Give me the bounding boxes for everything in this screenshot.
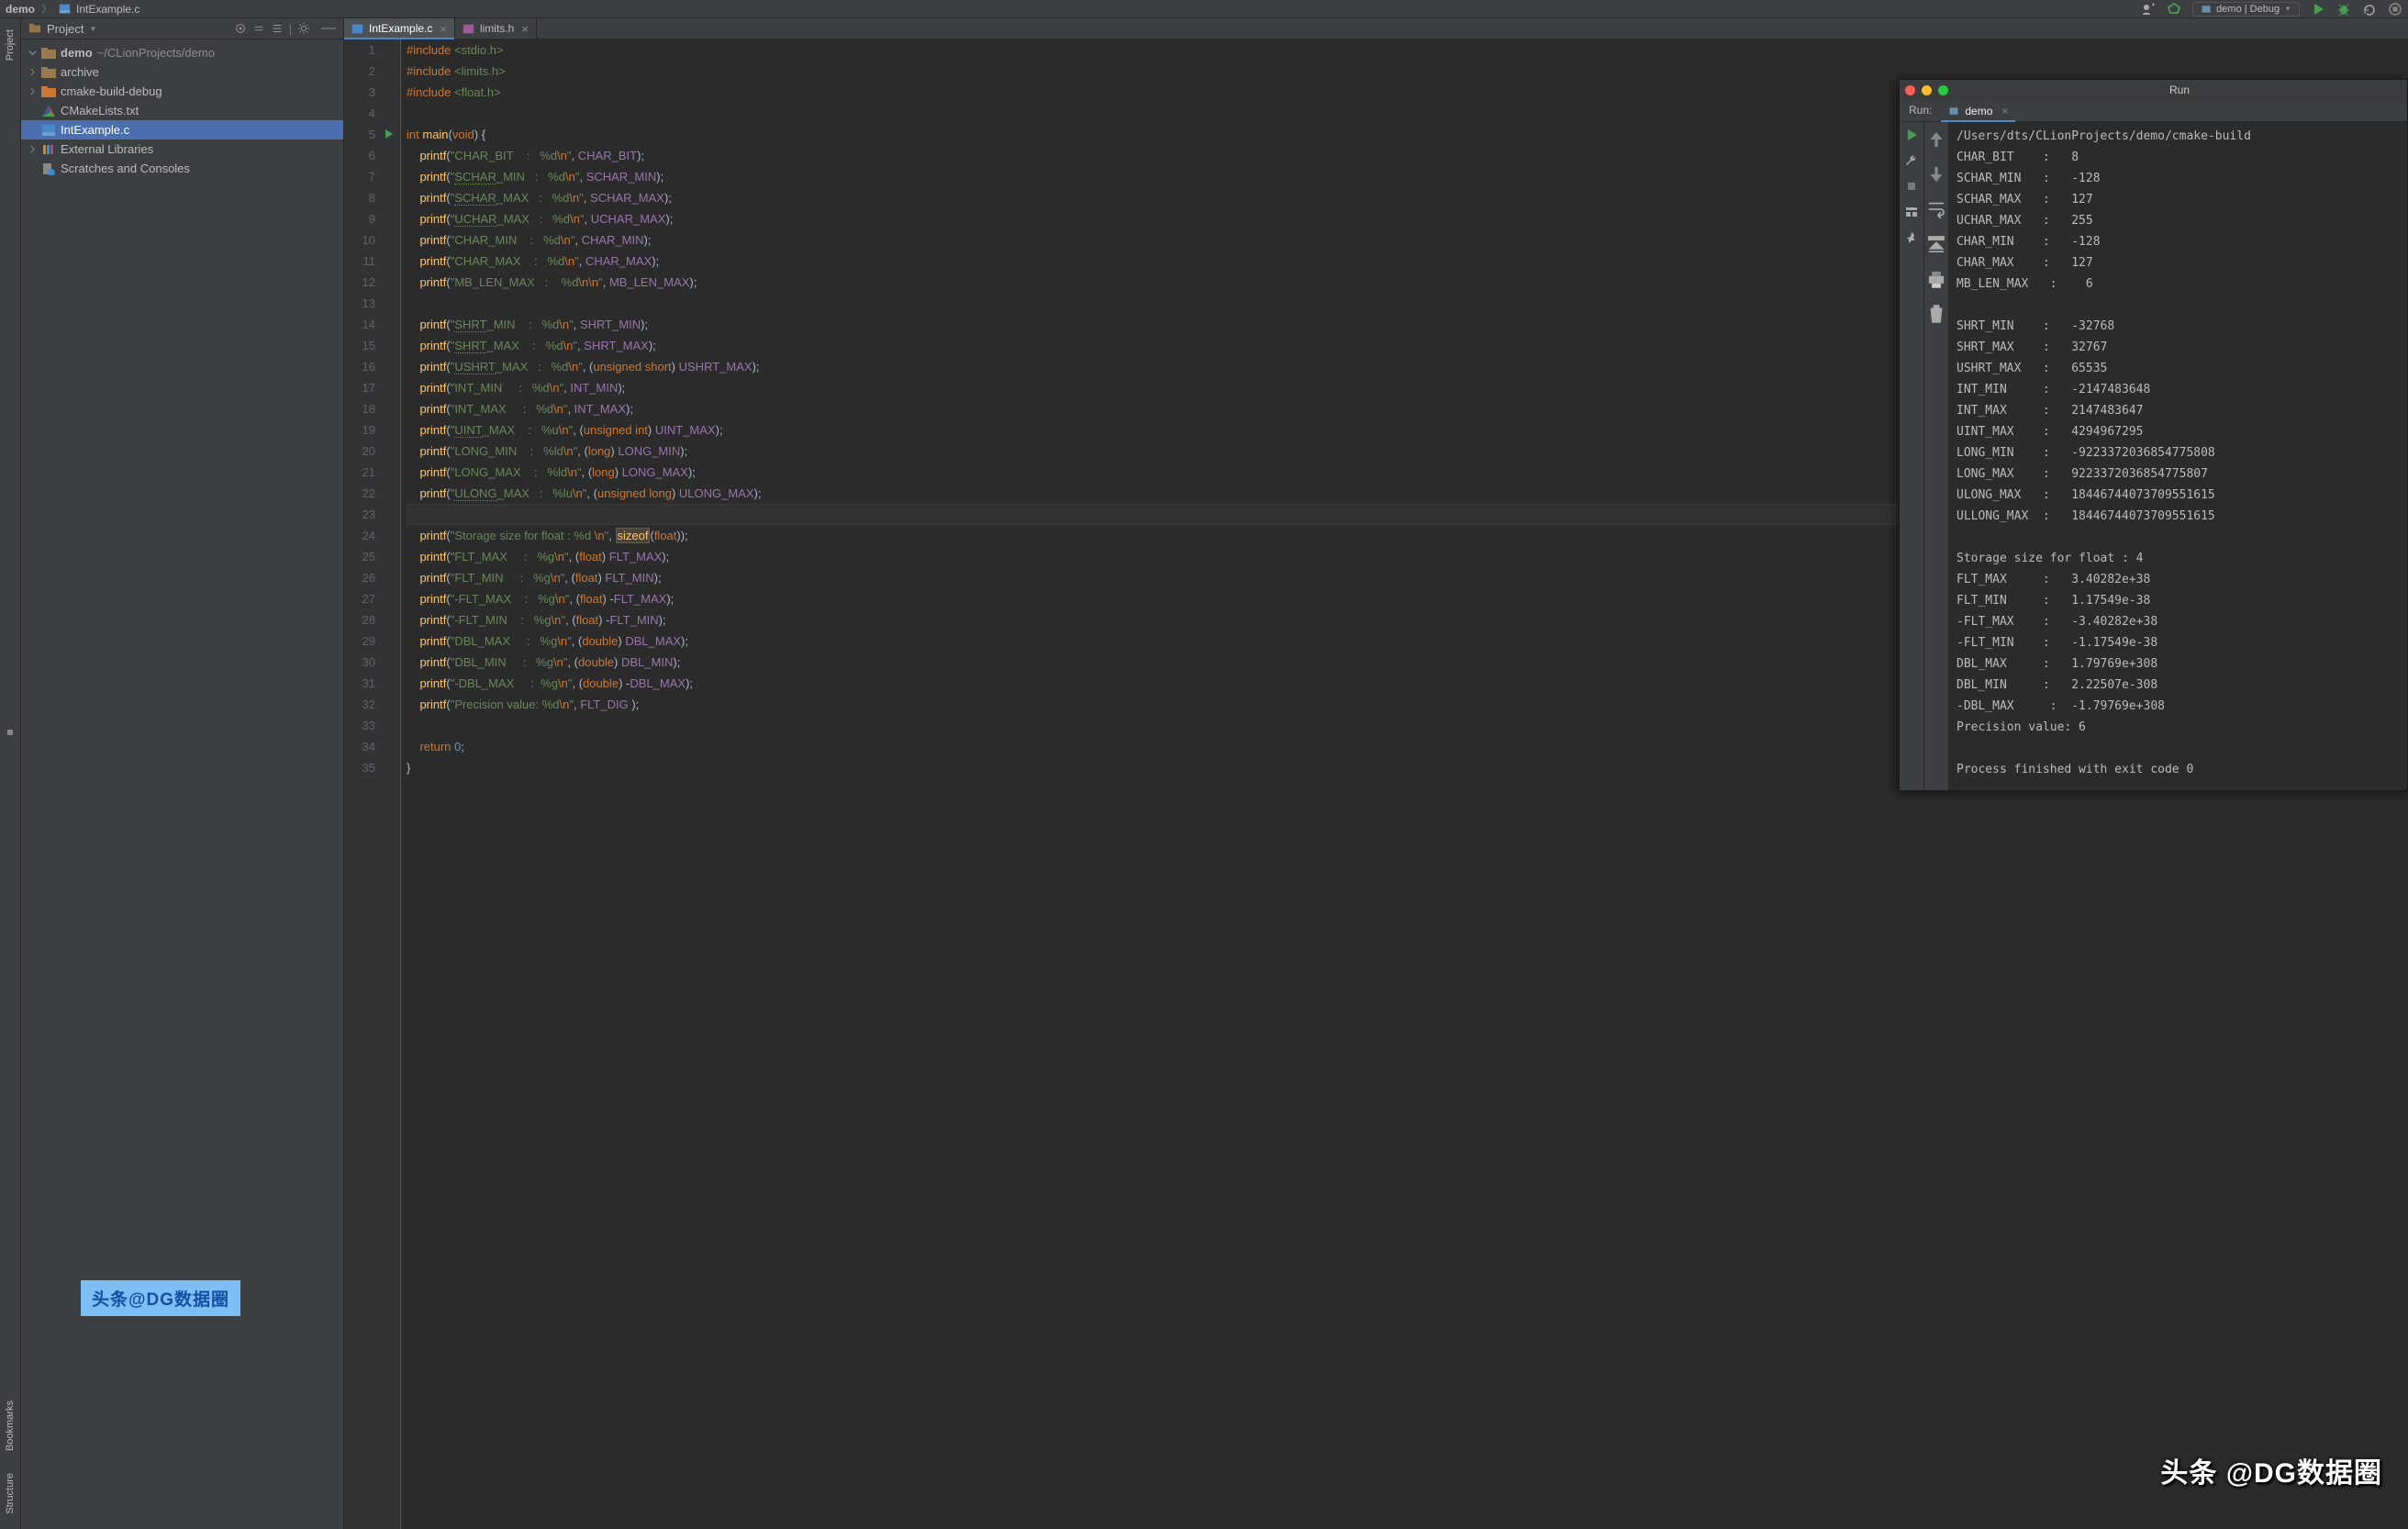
tree-path: ~/CLionProjects/demo (97, 46, 215, 60)
run-config-tab-label: demo (1965, 105, 1992, 117)
traffic-min-icon[interactable] (1922, 85, 1932, 95)
editor-tab-limits[interactable]: limits.h × (455, 18, 537, 39)
layout-icon[interactable] (1904, 205, 1919, 219)
watermark: 头条@DG数据圈 (81, 1280, 240, 1316)
header-file-icon (463, 23, 474, 35)
traffic-close-icon[interactable] (1905, 85, 1915, 95)
users-icon[interactable] (2141, 2, 2156, 17)
run-toolbar-left (1900, 122, 1924, 790)
tree-node-intexample[interactable]: IntExample.c (21, 120, 343, 140)
tree-label: cmake-build-debug (61, 84, 162, 98)
breadcrumb[interactable]: demo 〉 IntExample.c (6, 1, 139, 17)
chevron-down-icon[interactable]: ▼ (89, 25, 96, 33)
project-tree[interactable]: demo ~/CLionProjects/demo archive cmake-… (21, 39, 343, 182)
project-panel-header: < peak> Project ▼ | — (21, 18, 343, 39)
rerun-icon[interactable] (1904, 128, 1919, 142)
watermark-large: 头条 @DG数据圈 (2160, 1450, 2382, 1490)
c-file-icon (59, 3, 71, 15)
library-icon (41, 143, 56, 156)
expand-all-icon[interactable] (252, 22, 265, 35)
breadcrumb-sep: 〉 (41, 1, 52, 17)
scroll-to-end-icon[interactable] (1924, 232, 1948, 256)
hide-panel-icon[interactable]: — (321, 20, 336, 37)
stop-icon[interactable] (2388, 2, 2402, 17)
folder-icon (41, 47, 56, 60)
traffic-max-icon[interactable] (1938, 85, 1948, 95)
target-icon (1948, 106, 1959, 117)
run-window-titlebar[interactable]: Run (1900, 80, 2407, 100)
chevron-right-icon (28, 68, 37, 76)
select-opened-file-icon[interactable] (234, 22, 247, 35)
clear-icon[interactable] (1924, 302, 1948, 326)
project-icon: < peak> (28, 22, 41, 35)
run-icon[interactable] (2311, 2, 2325, 17)
tab-label: limits.h (480, 22, 514, 35)
tree-node-demo[interactable]: demo ~/CLionProjects/demo (21, 43, 343, 62)
target-icon (2201, 4, 2212, 15)
tool-tab-bookmarks[interactable]: Bookmarks (3, 1395, 17, 1456)
tree-label: demo (61, 46, 93, 60)
run-toolbar-right (1924, 122, 1949, 790)
soft-wrap-icon[interactable] (1924, 197, 1948, 221)
cmake-icon (41, 105, 56, 117)
run-window-title: Run (1957, 84, 2402, 96)
tool-tab-project[interactable]: Project (3, 24, 17, 66)
project-panel-title: Project (47, 22, 84, 36)
close-icon[interactable]: × (2001, 105, 2008, 117)
debug-icon[interactable] (2336, 2, 2351, 17)
nav-bar: demo 〉 IntExample.c demo | Debug ▼ (0, 0, 2408, 18)
breadcrumb-root[interactable]: demo (6, 3, 35, 16)
marker-gutter[interactable] (383, 39, 401, 1529)
c-file-icon (351, 23, 363, 35)
gear-icon[interactable] (297, 22, 310, 35)
tree-node-cmakelists[interactable]: CMakeLists.txt (21, 101, 343, 120)
tree-label: archive (61, 65, 99, 79)
pin-icon[interactable] (1904, 230, 1919, 245)
traffic-lights[interactable] (1905, 85, 1948, 95)
project-tool-window: < peak> Project ▼ | — demo ~/CLionProjec… (21, 18, 344, 1529)
tab-label: IntExample.c (369, 22, 432, 35)
stop-icon[interactable] (1904, 179, 1919, 194)
tree-node-external-libraries[interactable]: External Libraries (21, 140, 343, 159)
tool-window-strip-left: Project Bookmarks Structure (0, 18, 21, 1529)
tree-label: CMakeLists.txt (61, 104, 139, 117)
chevron-right-icon (28, 145, 37, 153)
scratches-icon (41, 162, 56, 175)
run-config-label: demo | Debug (2216, 4, 2280, 15)
tool-tab-structure[interactable]: Structure (3, 1468, 17, 1520)
run-coverage-icon[interactable] (2362, 2, 2377, 17)
chevron-down-icon (28, 49, 37, 57)
run-tool-window[interactable]: Run Run: demo × /Users/dts/CLionProjects… (1899, 79, 2408, 791)
tree-node-cmake-build-debug[interactable]: cmake-build-debug (21, 82, 343, 101)
close-icon[interactable]: × (521, 22, 529, 36)
tree-node-archive[interactable]: archive (21, 62, 343, 82)
wrench-icon[interactable] (1904, 153, 1919, 168)
close-icon[interactable]: × (440, 22, 447, 36)
breadcrumb-file[interactable]: IntExample.c (76, 3, 139, 16)
run-console-output[interactable]: /Users/dts/CLionProjects/demo/cmake-buil… (1949, 122, 2407, 790)
chevron-right-icon (28, 87, 37, 95)
c-file-icon (41, 124, 56, 137)
down-icon[interactable] (1924, 162, 1948, 186)
tree-label: External Libraries (61, 142, 153, 156)
build-icon[interactable] (2167, 2, 2181, 17)
up-icon[interactable] (1924, 128, 1948, 151)
run-config-selector[interactable]: demo | Debug ▼ (2192, 2, 2300, 17)
tree-label: Scratches and Consoles (61, 162, 190, 175)
print-icon[interactable] (1924, 267, 1948, 291)
collapse-all-icon[interactable] (271, 22, 284, 35)
tree-node-scratches[interactable]: Scratches and Consoles (21, 159, 343, 178)
line-number-gutter[interactable]: 1234567891011121314151617181920212223242… (344, 39, 383, 1529)
run-config-tab[interactable]: demo × (1941, 100, 2015, 121)
folder-icon (41, 66, 56, 79)
editor-tab-bar: IntExample.c × limits.h × (344, 18, 2408, 39)
editor-tab-intexample[interactable]: IntExample.c × (344, 18, 455, 39)
folder-generated-icon (41, 85, 56, 98)
left-dot-icon (7, 730, 13, 735)
chevron-down-icon: ▼ (2284, 5, 2291, 13)
tree-label: IntExample.c (61, 123, 129, 137)
run-tab-bar: Run: demo × (1900, 100, 2407, 122)
run-tab-bar-label: Run: (1900, 100, 1941, 121)
